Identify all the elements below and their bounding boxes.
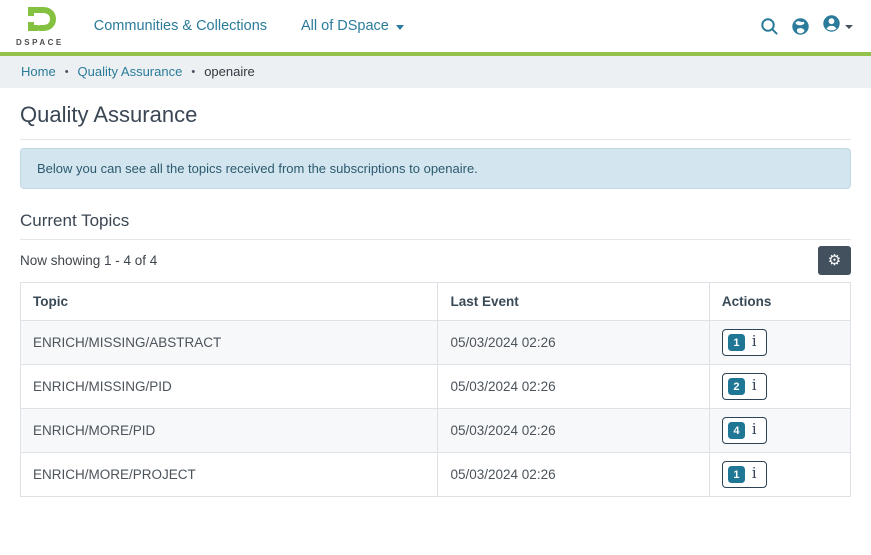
view-events-button[interactable]: 1 i	[722, 461, 767, 488]
globe-language-icon[interactable]	[791, 17, 810, 36]
topic-cell: ENRICH/MISSING/ABSTRACT	[21, 321, 438, 365]
breadcrumb-quality-assurance[interactable]: Quality Assurance	[78, 64, 183, 79]
info-alert: Below you can see all the topics receive…	[20, 148, 851, 189]
view-events-button[interactable]: 1 i	[722, 329, 767, 356]
main-nav: Communities & Collections All of DSpace	[94, 18, 760, 34]
breadcrumb-current-openaire: openaire	[204, 64, 255, 79]
current-topics-heading: Current Topics	[20, 211, 851, 231]
column-header-last-event: Last Event	[438, 283, 709, 321]
results-toolbar: Now showing 1 - 4 of 4 ⚙	[20, 246, 851, 275]
topics-table-body: ENRICH/MISSING/ABSTRACT 05/03/2024 02:26…	[21, 321, 851, 497]
event-count-badge: 1	[728, 466, 745, 483]
column-header-actions: Actions	[709, 283, 850, 321]
info-icon: i	[752, 379, 757, 394]
nav-all-of-dspace-label: All of DSpace	[301, 18, 389, 34]
topic-cell: ENRICH/MORE/PID	[21, 409, 438, 453]
table-row: ENRICH/MORE/PID 05/03/2024 02:26 4 i	[21, 409, 851, 453]
breadcrumb-separator: •	[191, 66, 195, 78]
info-icon: i	[752, 335, 757, 350]
dspace-logo[interactable]: DSPACE	[16, 6, 64, 47]
table-row: ENRICH/MORE/PROJECT 05/03/2024 02:26 1 i	[21, 453, 851, 497]
last-event-cell: 05/03/2024 02:26	[438, 409, 709, 453]
search-icon[interactable]	[760, 17, 779, 36]
last-event-cell: 05/03/2024 02:26	[438, 453, 709, 497]
topics-table-header: Topic Last Event Actions	[21, 283, 851, 321]
last-event-cell: 05/03/2024 02:26	[438, 365, 709, 409]
actions-cell: 1 i	[709, 453, 850, 497]
actions-cell: 4 i	[709, 409, 850, 453]
top-navbar: DSPACE Communities & Collections All of …	[0, 0, 871, 56]
table-row: ENRICH/MISSING/PID 05/03/2024 02:26 2 i	[21, 365, 851, 409]
topic-cell: ENRICH/MISSING/PID	[21, 365, 438, 409]
user-icon	[822, 14, 841, 38]
chevron-down-icon	[845, 25, 853, 29]
breadcrumb-separator: •	[65, 66, 69, 78]
column-header-topic: Topic	[21, 283, 438, 321]
divider	[20, 239, 851, 240]
results-count-text: Now showing 1 - 4 of 4	[20, 253, 157, 268]
topic-cell: ENRICH/MORE/PROJECT	[21, 453, 438, 497]
page-title: Quality Assurance	[20, 102, 851, 128]
main-content: Quality Assurance Below you can see all …	[0, 102, 871, 497]
last-event-cell: 05/03/2024 02:26	[438, 321, 709, 365]
divider	[20, 139, 851, 140]
navbar-icons	[760, 14, 853, 38]
actions-cell: 2 i	[709, 365, 850, 409]
gear-icon: ⚙	[828, 253, 841, 268]
topics-table: Topic Last Event Actions ENRICH/MISSING/…	[20, 282, 851, 497]
info-icon: i	[752, 467, 757, 482]
breadcrumb: Home • Quality Assurance • openaire	[0, 56, 871, 88]
table-row: ENRICH/MISSING/ABSTRACT 05/03/2024 02:26…	[21, 321, 851, 365]
view-events-button[interactable]: 4 i	[722, 417, 767, 444]
nav-communities-collections[interactable]: Communities & Collections	[94, 18, 267, 34]
nav-all-of-dspace[interactable]: All of DSpace	[301, 18, 404, 34]
settings-button[interactable]: ⚙	[818, 246, 851, 275]
dspace-logo-text: DSPACE	[16, 38, 64, 47]
view-events-button[interactable]: 2 i	[722, 373, 767, 400]
event-count-badge: 4	[728, 422, 745, 439]
event-count-badge: 1	[728, 334, 745, 351]
nav-communities-collections-label: Communities & Collections	[94, 18, 267, 34]
user-menu[interactable]	[822, 14, 853, 38]
actions-cell: 1 i	[709, 321, 850, 365]
info-icon: i	[752, 423, 757, 438]
chevron-down-icon	[396, 25, 404, 30]
event-count-badge: 2	[728, 378, 745, 395]
dspace-logo-icon	[21, 6, 59, 37]
breadcrumb-home[interactable]: Home	[21, 64, 56, 79]
